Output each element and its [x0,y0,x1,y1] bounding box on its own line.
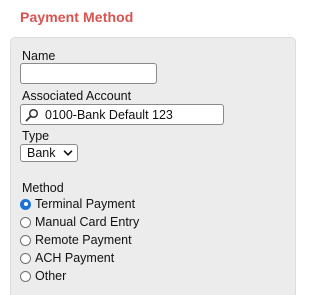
radio-label: Manual Card Entry [35,215,140,229]
radio-label: ACH Payment [35,251,115,265]
radio-button[interactable] [20,252,31,264]
radio-button[interactable] [20,198,31,210]
method-option-terminal-payment[interactable]: Terminal Payment [20,196,135,212]
type-select-value: Bank [27,146,56,160]
name-label: Name [22,49,56,63]
radio-label: Other [35,269,67,283]
radio-label: Remote Payment [35,233,132,247]
method-option-remote-payment[interactable]: Remote Payment [20,232,132,248]
method-option-manual-card-entry[interactable]: Manual Card Entry [20,214,139,230]
associated-account-label: Associated Account [22,89,132,103]
associated-account-field[interactable]: 0100-Bank Default 123 [20,104,224,125]
type-label: Type [22,129,50,143]
section-title: Payment Method [20,9,134,25]
radio-label: Terminal Payment [35,197,136,211]
method-option-other[interactable]: Other [20,268,66,284]
method-option-ach-payment[interactable]: ACH Payment [20,250,114,266]
radio-button[interactable] [20,216,31,228]
search-icon[interactable] [24,107,40,123]
associated-account-value: 0100-Bank Default 123 [45,107,173,122]
method-label: Method [22,181,64,195]
chevron-down-icon [63,148,73,158]
type-select[interactable]: Bank [20,144,78,162]
name-input[interactable] [20,63,157,84]
radio-button[interactable] [20,234,31,246]
payment-method-page: Payment Method Name Associated Account 0… [0,0,306,295]
radio-button[interactable] [20,270,31,282]
